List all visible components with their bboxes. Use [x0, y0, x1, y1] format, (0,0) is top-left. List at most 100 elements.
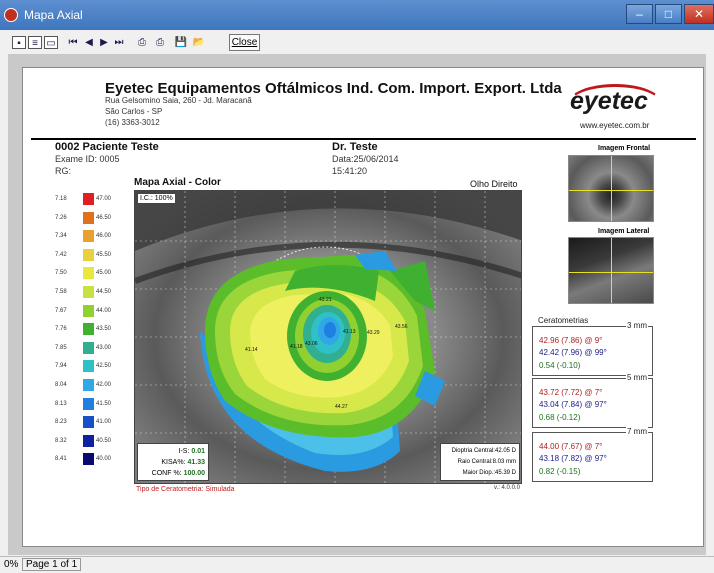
- scale-swatch: [83, 323, 94, 336]
- title-bar: Mapa Axial – □ ✕: [0, 0, 714, 30]
- cylinder-value: 0.54 (-0.10): [539, 361, 581, 370]
- patient-name: 0002 Paciente Teste: [55, 141, 159, 153]
- scale-swatch: [83, 360, 94, 373]
- scale-swatch: [83, 193, 94, 205]
- scale-diopter: 40.50: [96, 437, 112, 444]
- is-label: I-S:: [178, 448, 190, 455]
- scale-radius: 7.34: [55, 233, 67, 240]
- kisa-label: KISA%:: [161, 459, 186, 466]
- keratometry-title: Ceratometrias: [538, 316, 589, 325]
- lateral-photo: [568, 237, 654, 304]
- scale-radius: 7.50: [55, 270, 67, 277]
- exam-date: Data:25/06/2014: [332, 154, 399, 164]
- app-icon: [4, 8, 18, 22]
- scale-diopter: 40.00: [96, 456, 112, 463]
- dioptria-box: Dioptria Central:42.05 D Raio Central:8.…: [440, 443, 520, 481]
- next-page-icon[interactable]: ▶: [97, 36, 111, 49]
- last-page-icon[interactable]: ⏭: [112, 36, 126, 49]
- cylinder-value: 0.82 (-0.15): [539, 467, 581, 476]
- scale-swatch: [83, 341, 94, 354]
- keratometry-type: Tipo de Ceratometria: Simulada: [136, 486, 235, 493]
- print-icon[interactable]: ⎙: [153, 36, 167, 49]
- doctor-name: Dr. Teste: [332, 141, 378, 153]
- previous-page-icon[interactable]: ◀: [82, 36, 96, 49]
- window-title: Mapa Axial: [24, 8, 83, 22]
- keratometry-box: 3 mm 42.96 (7.86) @ 9° 42.42 (7.96) @ 99° 0…: [532, 321, 653, 376]
- scale-swatch: [83, 286, 94, 298]
- scale-diopter: 43.00: [96, 344, 112, 351]
- status-bar: 0% Page 1 of 1: [0, 556, 714, 573]
- scale-radius: 7.42: [55, 251, 67, 258]
- keratometry-box: 5 mm 43.72 (7.72) @ 7° 43.04 (7.84) @ 97° 0…: [532, 373, 653, 428]
- scale-radius: 7.18: [55, 196, 67, 202]
- scale-swatch: [83, 248, 94, 261]
- company-address: Rua Gelsomino Saia, 260 - Jd. Maracanã: [105, 96, 252, 105]
- keratometry-zone: 5 mm: [626, 373, 648, 382]
- scale-diopter: 43.50: [96, 326, 112, 333]
- scale-radius: 8.13: [55, 400, 67, 407]
- scale-diopter: 42.00: [96, 382, 112, 388]
- scale-radius: 7.58: [55, 289, 67, 295]
- first-page-icon[interactable]: ⏮: [66, 36, 80, 49]
- minimize-button[interactable]: –: [626, 4, 653, 24]
- scale-radius: 7.85: [55, 344, 67, 351]
- eye-side: Olho Direito: [470, 179, 518, 189]
- raio-central: Raio Central:8.03 mm: [457, 459, 516, 465]
- company-url: www.eyetec.com.br: [580, 121, 650, 130]
- scale-swatch: [83, 453, 94, 466]
- company-phone: (16) 3363-3012: [105, 118, 160, 127]
- cylinder-value: 0.68 (-0.12): [539, 413, 581, 422]
- maximize-button[interactable]: □: [655, 4, 682, 24]
- page-indicator: Page 1 of 1: [22, 558, 82, 571]
- is-value: 0.01: [191, 448, 205, 455]
- map-label: 41.13: [343, 329, 356, 335]
- frontal-photo: [568, 155, 654, 222]
- page-width-icon[interactable]: ▭: [44, 36, 58, 49]
- conf-value: 100.00: [183, 470, 205, 477]
- indices-box: I-S: 0.01 KISA%: 41.33 CONF %: 100.00: [137, 443, 209, 481]
- scale-diopter: 44.50: [96, 289, 112, 295]
- scale-swatch: [83, 304, 94, 317]
- patient-rg: RG:: [55, 166, 72, 176]
- close-window-button[interactable]: ✕: [684, 4, 714, 24]
- scale-diopter: 46.00: [96, 233, 112, 240]
- topography-svg: 41.14 41.13 41.18 43.06 43.21 43.29 43.5…: [135, 191, 521, 483]
- single-page-icon[interactable]: ▪: [12, 36, 26, 49]
- keratometry-zone: 3 mm: [626, 321, 648, 330]
- scale-diopter: 42.50: [96, 363, 112, 370]
- ic-label: I.C.: 100%: [137, 193, 176, 204]
- close-button[interactable]: Close: [229, 34, 260, 51]
- scale-diopter: 45.50: [96, 251, 112, 258]
- axial-topography-map: 41.14 41.13 41.18 43.06 43.21 43.29 43.5…: [134, 190, 522, 484]
- scale-swatch: [83, 230, 94, 243]
- scale-diopter: 45.00: [96, 270, 112, 277]
- scale-diopter: 46.50: [96, 214, 112, 221]
- header-divider: [31, 138, 696, 140]
- scale-radius: 7.26: [55, 214, 67, 221]
- zoom-level: 0%: [4, 559, 19, 570]
- map-label: 41.18: [290, 344, 303, 350]
- open-icon[interactable]: 📂: [192, 36, 206, 49]
- save-icon[interactable]: 💾: [174, 36, 188, 49]
- company-logo: eyetec: [570, 87, 648, 115]
- exam-id: Exame ID: 0005: [55, 154, 120, 164]
- scale-radius: 7.94: [55, 363, 67, 370]
- lateral-photo-label: Imagem Lateral: [598, 228, 650, 235]
- map-label: 43.56: [395, 324, 408, 330]
- scale-diopter: 47.00: [96, 196, 112, 202]
- map-label: 43.29: [367, 330, 380, 336]
- scale-radius: 7.67: [55, 307, 67, 314]
- scale-diopter: 44.00: [96, 307, 112, 314]
- print-setup-icon[interactable]: ⎙: [135, 36, 149, 49]
- scale-radius: 8.32: [55, 437, 67, 444]
- k2-value: 43.18 (7.82) @ 97°: [539, 454, 607, 463]
- frontal-photo-label: Imagem Frontal: [598, 145, 651, 152]
- scale-swatch: [83, 267, 94, 280]
- keratometry-zone: 7 mm: [626, 427, 648, 436]
- multi-page-icon[interactable]: ≡: [28, 36, 42, 49]
- conf-label: CONF %:: [151, 470, 182, 477]
- scale-diopter: 41.00: [96, 419, 112, 426]
- scale-swatch: [83, 416, 94, 429]
- k1-value: 44.00 (7.67) @ 7°: [539, 442, 603, 451]
- map-label: 43.06: [305, 341, 318, 347]
